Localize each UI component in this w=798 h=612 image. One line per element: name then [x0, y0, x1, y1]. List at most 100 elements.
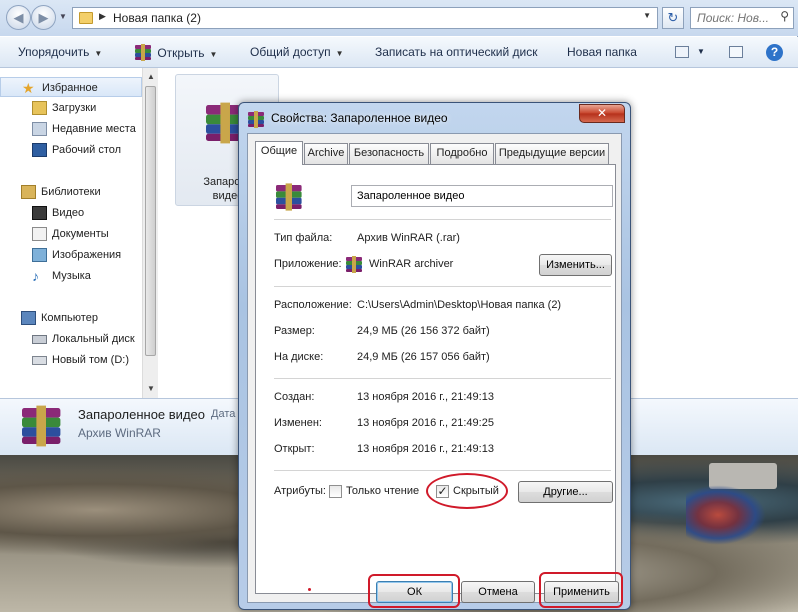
application-value: WinRAR archiver — [369, 258, 454, 270]
location-label: Расположение: — [274, 299, 352, 311]
accessed-value: 13 ноября 2016 г., 21:49:13 — [357, 443, 494, 455]
scroll-up-icon[interactable]: ▲ — [147, 72, 155, 81]
drive-icon — [32, 335, 47, 344]
apply-button[interactable]: Применить — [544, 581, 619, 603]
search-input[interactable] — [691, 8, 779, 28]
view-options-icon[interactable] — [675, 46, 689, 58]
location-value: C:\Users\Admin\Desktop\Новая папка (2) — [357, 299, 562, 311]
modified-value: 13 ноября 2016 г., 21:49:25 — [357, 417, 494, 429]
tab-security[interactable]: Безопасность — [349, 143, 429, 164]
nav-item-downloads[interactable]: Загрузки — [0, 98, 142, 118]
help-button[interactable]: ? — [766, 44, 783, 61]
open-button[interactable]: Открыть ▼ — [135, 44, 218, 61]
libraries-icon — [21, 185, 36, 199]
hidden-label[interactable]: Скрытый — [453, 485, 499, 497]
nav-item-new-volume[interactable]: Новый том (D:) — [0, 350, 142, 370]
file-name-field[interactable] — [351, 185, 613, 207]
nav-item-local-disk[interactable]: Локальный диск — [0, 329, 142, 349]
file-type-label: Тип файла: — [274, 232, 333, 244]
nav-label: Недавние места — [52, 123, 136, 135]
scroll-thumb[interactable] — [145, 86, 156, 356]
nav-item-images[interactable]: Изображения — [0, 245, 142, 265]
divider — [274, 378, 611, 379]
new-folder-button[interactable]: Новая папка — [567, 45, 637, 59]
nav-item-video[interactable]: Видео — [0, 203, 142, 223]
modified-label: Изменен: — [274, 417, 322, 429]
winrar-icon — [248, 111, 264, 128]
size-on-disk-value: 24,9 МБ (26 157 056 байт) — [357, 351, 490, 363]
nav-item-libraries[interactable]: Библиотеки — [0, 182, 142, 202]
readonly-label[interactable]: Только чтение — [346, 485, 419, 497]
file-type-value: Архив WinRAR (.rar) — [357, 232, 460, 244]
chevron-down-icon: ▼ — [209, 50, 218, 59]
recent-places-icon — [32, 122, 47, 136]
attributes-label: Атрибуты: — [274, 485, 326, 497]
size-value: 24,9 МБ (26 156 372 байт) — [357, 325, 490, 337]
forward-button[interactable]: ▶ — [31, 5, 56, 30]
nav-item-desktop[interactable]: Рабочий стол — [0, 140, 142, 160]
preview-pane-icon[interactable] — [729, 46, 743, 58]
advanced-button[interactable]: Другие... — [518, 481, 613, 503]
general-tab-panel: Тип файла: Архив WinRAR (.rar) Приложени… — [255, 164, 616, 594]
navigation-pane: ★ Избранное Загрузки Недавние места Рабо… — [0, 68, 158, 398]
nav-label: Изображения — [52, 249, 122, 261]
ok-button[interactable]: ОК — [376, 581, 453, 603]
address-dropdown-icon[interactable]: ▼ — [643, 11, 651, 20]
close-button[interactable]: ✕ — [579, 104, 625, 123]
scroll-down-icon[interactable]: ▼ — [147, 384, 155, 393]
tab-archive[interactable]: Archive — [304, 143, 348, 164]
properties-dialog: Свойства: Запароленное видео ✕ Общие Arc… — [238, 102, 631, 610]
address-field[interactable]: ▶ Новая папка (2) ▼ — [72, 7, 658, 29]
nav-item-computer[interactable]: Компьютер — [0, 308, 142, 328]
divider — [274, 219, 611, 220]
tab-details[interactable]: Подробно — [430, 143, 494, 164]
view-dropdown-icon[interactable]: ▼ — [697, 47, 705, 56]
downloads-folder-icon — [32, 101, 47, 115]
details-file-type: Архив WinRAR — [78, 426, 161, 440]
details-file-name: Запароленное видео — [78, 407, 205, 422]
search-box[interactable]: ⚲ — [690, 7, 794, 29]
size-label: Размер: — [274, 325, 315, 337]
nav-item-recent[interactable]: Недавние места — [0, 119, 142, 139]
highlight-dot — [308, 588, 311, 591]
tab-previous-versions[interactable]: Предыдущие версии — [495, 143, 609, 164]
winrar-archive-icon — [22, 405, 61, 447]
desktop-icon — [32, 143, 47, 157]
refresh-button[interactable]: ↻ — [662, 7, 684, 29]
readonly-checkbox[interactable] — [329, 485, 342, 498]
dialog-title: Свойства: Запароленное видео — [271, 111, 448, 125]
nav-scrollbar[interactable]: ▲ ▼ — [142, 68, 158, 398]
burn-button[interactable]: Записать на оптический диск — [375, 45, 538, 59]
organize-button[interactable]: Упорядочить ▼ — [18, 45, 102, 59]
share-button[interactable]: Общий доступ ▼ — [250, 45, 344, 59]
computer-icon — [21, 311, 36, 325]
breadcrumb-current[interactable]: Новая папка (2) — [113, 11, 201, 25]
nav-item-music[interactable]: ♪ Музыка — [0, 266, 142, 286]
change-app-button[interactable]: Изменить... — [539, 254, 612, 276]
nav-item-favorites[interactable]: ★ Избранное — [0, 77, 142, 97]
video-icon — [32, 206, 47, 220]
tab-general[interactable]: Общие — [255, 141, 303, 165]
cancel-button[interactable]: Отмена — [461, 581, 535, 603]
search-icon[interactable]: ⚲ — [780, 9, 789, 23]
hidden-checkbox[interactable]: ✓ — [436, 485, 449, 498]
chevron-down-icon: ▼ — [335, 49, 344, 58]
dialog-body: Общие Archive Безопасность Подробно Пред… — [247, 133, 622, 603]
size-on-disk-label: На диске: — [274, 351, 324, 363]
organize-label: Упорядочить — [18, 45, 90, 59]
created-label: Создан: — [274, 391, 315, 403]
history-dropdown-icon[interactable]: ▼ — [59, 12, 67, 21]
drive-icon — [32, 356, 47, 365]
nav-label: Видео — [52, 207, 85, 219]
nav-item-documents[interactable]: Документы — [0, 224, 142, 244]
wallpaper-fish — [686, 485, 766, 545]
nav-label: Новый том (D:) — [52, 354, 129, 366]
back-button[interactable]: ◀ — [6, 5, 31, 30]
nav-label: Локальный диск — [52, 333, 135, 345]
winrar-archive-icon — [276, 183, 302, 211]
breadcrumb-arrow-icon[interactable]: ▶ — [99, 11, 106, 22]
folder-icon — [79, 12, 93, 24]
nav-label: Рабочий стол — [52, 144, 122, 156]
star-icon: ★ — [22, 80, 35, 96]
open-label: Открыть — [157, 46, 205, 60]
